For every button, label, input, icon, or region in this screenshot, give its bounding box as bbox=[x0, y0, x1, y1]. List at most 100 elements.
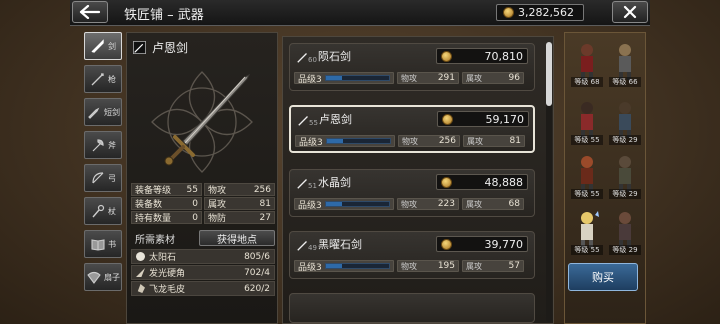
weapon-physical-attack: 物攻 223 bbox=[397, 198, 459, 210]
party-member[interactable]: 等级 29 bbox=[609, 209, 641, 255]
weapon-price: 59,170 bbox=[437, 111, 529, 127]
weapon-rank: 品级3 bbox=[294, 260, 394, 273]
tab-label: 书 bbox=[108, 239, 116, 249]
rank-bar bbox=[324, 263, 390, 269]
page-title: 铁匠铺 – 武器 bbox=[124, 8, 204, 23]
weapon-level: 60 bbox=[308, 56, 317, 64]
item-name: 卢恩剑 bbox=[152, 41, 189, 55]
materials-header: 所需素材 获得地点 bbox=[131, 229, 275, 247]
weapon-name: 黑曜石剑 bbox=[318, 238, 362, 251]
weapon-rank: 品级3 bbox=[294, 198, 394, 211]
close-button[interactable] bbox=[612, 1, 648, 23]
tab-label: 枪 bbox=[108, 74, 116, 84]
weapon-stats: 品级3 物攻 195 属攻 57 bbox=[294, 260, 530, 273]
weapon-stats: 品级3 物攻 256 属攻 81 bbox=[295, 135, 531, 148]
character-sprite-icon bbox=[581, 44, 593, 80]
sun-stone-icon bbox=[136, 252, 145, 261]
stat-physical-attack: 物攻 256 bbox=[204, 183, 275, 196]
weapon-price: 70,810 bbox=[436, 48, 528, 64]
hide-icon bbox=[137, 284, 145, 293]
weapon-elemental-attack: 属攻 96 bbox=[462, 72, 524, 84]
gold-amount: 3,282,562 bbox=[518, 6, 574, 19]
weapon-price: 48,888 bbox=[436, 174, 528, 190]
gold-coin-icon bbox=[441, 176, 452, 188]
stat-elemental-attack: 属攻 81 bbox=[204, 197, 275, 210]
scrollbar-thumb[interactable] bbox=[546, 42, 552, 106]
back-arrow-icon bbox=[79, 5, 101, 19]
material-row[interactable]: 飞龙毛皮 620/2 bbox=[131, 281, 275, 296]
weapon-rank: 品级3 bbox=[294, 72, 394, 85]
stat-physical-defense: 物防 27 bbox=[204, 211, 275, 224]
character-sprite-icon bbox=[619, 156, 631, 192]
spear-icon bbox=[91, 73, 104, 86]
weapon-stats: 品级3 物攻 223 属攻 68 bbox=[294, 198, 530, 211]
weapon-stats: 品级3 物攻 291 属攻 96 bbox=[294, 72, 530, 85]
weapon-level: 55 bbox=[309, 119, 318, 127]
weapon-physical-attack: 物攻 195 bbox=[397, 260, 459, 272]
stat-owned-count: 持有数量 0 bbox=[131, 211, 202, 224]
tab-sword[interactable]: 剑 bbox=[84, 32, 122, 60]
weapon-card[interactable]: 51 水晶剑 48,888 品级3 物攻 223 属攻 68 bbox=[289, 169, 535, 217]
character-sprite-icon bbox=[619, 44, 631, 80]
rank-bar bbox=[324, 201, 390, 207]
gold-coin-icon bbox=[503, 7, 514, 18]
tab-axe[interactable]: 斧 bbox=[84, 131, 122, 159]
tab-dagger[interactable]: 短剑 bbox=[84, 98, 122, 126]
weapon-category-tabs: 剑 枪 短剑 斧 弓 杖 书 扇子 bbox=[84, 32, 122, 296]
tab-label: 杖 bbox=[108, 206, 116, 216]
item-detail-panel: 卢恩剑 装备等级 55 物攻 256 装备数 0 属攻 81 持有数量 0 物防… bbox=[126, 32, 278, 324]
tab-book[interactable]: 书 bbox=[84, 230, 122, 258]
tab-label: 弓 bbox=[108, 173, 116, 183]
party-member[interactable]: 等级 29 bbox=[609, 153, 641, 199]
weapon-card-selected[interactable]: 55 卢恩剑 59,170 品级3 物攻 256 属攻 81 bbox=[289, 105, 535, 153]
party-member[interactable]: 等级 55 bbox=[571, 99, 603, 145]
weapon-name: 卢恩剑 bbox=[319, 113, 352, 126]
weapon-card[interactable]: 60 陨石剑 70,810 品级3 物攻 291 属攻 96 bbox=[289, 43, 535, 91]
bow-icon bbox=[92, 172, 104, 184]
materials-label: 所需素材 bbox=[135, 234, 175, 246]
back-button[interactable] bbox=[72, 1, 108, 23]
character-sprite-icon bbox=[581, 102, 593, 138]
tab-bow[interactable]: 弓 bbox=[84, 164, 122, 192]
weapon-price: 39,770 bbox=[436, 236, 528, 252]
close-icon bbox=[623, 5, 637, 19]
buy-button[interactable]: 购买 bbox=[568, 263, 638, 291]
rank-bar bbox=[325, 138, 391, 144]
weapon-level: 51 bbox=[308, 182, 317, 190]
book-icon bbox=[91, 239, 105, 251]
tab-label: 扇子 bbox=[104, 272, 120, 282]
tab-staff[interactable]: 杖 bbox=[84, 197, 122, 225]
weapon-list-scrollbar[interactable] bbox=[546, 42, 552, 322]
material-row[interactable]: 发光硬角 702/4 bbox=[131, 265, 275, 280]
gold-coin-icon bbox=[441, 238, 452, 250]
weapon-physical-attack: 物攻 291 bbox=[397, 72, 459, 84]
material-row[interactable]: 太阳石 805/6 bbox=[131, 249, 275, 264]
party-member[interactable]: 等级 55 bbox=[571, 153, 603, 199]
weapon-card[interactable]: 49 黑曜石剑 39,770 品级3 物攻 195 属攻 57 bbox=[289, 231, 535, 279]
character-sprite-icon bbox=[619, 102, 631, 138]
rank-bar bbox=[324, 75, 390, 81]
tab-fan[interactable]: 扇子 bbox=[84, 263, 122, 291]
party-member[interactable]: 等级 29 bbox=[609, 99, 641, 145]
horn-icon bbox=[136, 268, 145, 277]
weapon-level: 49 bbox=[308, 244, 317, 252]
weapon-card-partial[interactable] bbox=[289, 293, 535, 323]
gold-coin-icon bbox=[441, 50, 452, 62]
staff-icon bbox=[92, 204, 105, 218]
stat-equipped-count: 装备数 0 bbox=[131, 197, 202, 210]
party-member[interactable]: 等级 66 bbox=[609, 41, 641, 87]
item-detail-header: 卢恩剑 bbox=[133, 39, 188, 56]
character-sprite-icon bbox=[581, 156, 593, 192]
party-member[interactable]: 等级 55 bbox=[571, 209, 603, 255]
weapon-elemental-attack: 属攻 57 bbox=[462, 260, 524, 272]
obtain-location-button[interactable]: 获得地点 bbox=[199, 230, 275, 246]
gold-coin-icon bbox=[442, 113, 453, 125]
party-member[interactable]: 等级 68 bbox=[571, 41, 603, 87]
weapon-list: 60 陨石剑 70,810 品级3 物攻 291 属攻 96 55 卢恩剑 59,1… bbox=[282, 36, 554, 324]
gold-display: 3,282,562 bbox=[496, 4, 584, 21]
rune-sword-artwork bbox=[151, 71, 253, 173]
tab-spear[interactable]: 枪 bbox=[84, 65, 122, 93]
stat-row: 持有数量 0 物防 27 bbox=[131, 211, 275, 224]
weapon-name: 陨石剑 bbox=[318, 50, 351, 63]
weapon-physical-attack: 物攻 256 bbox=[398, 135, 460, 147]
